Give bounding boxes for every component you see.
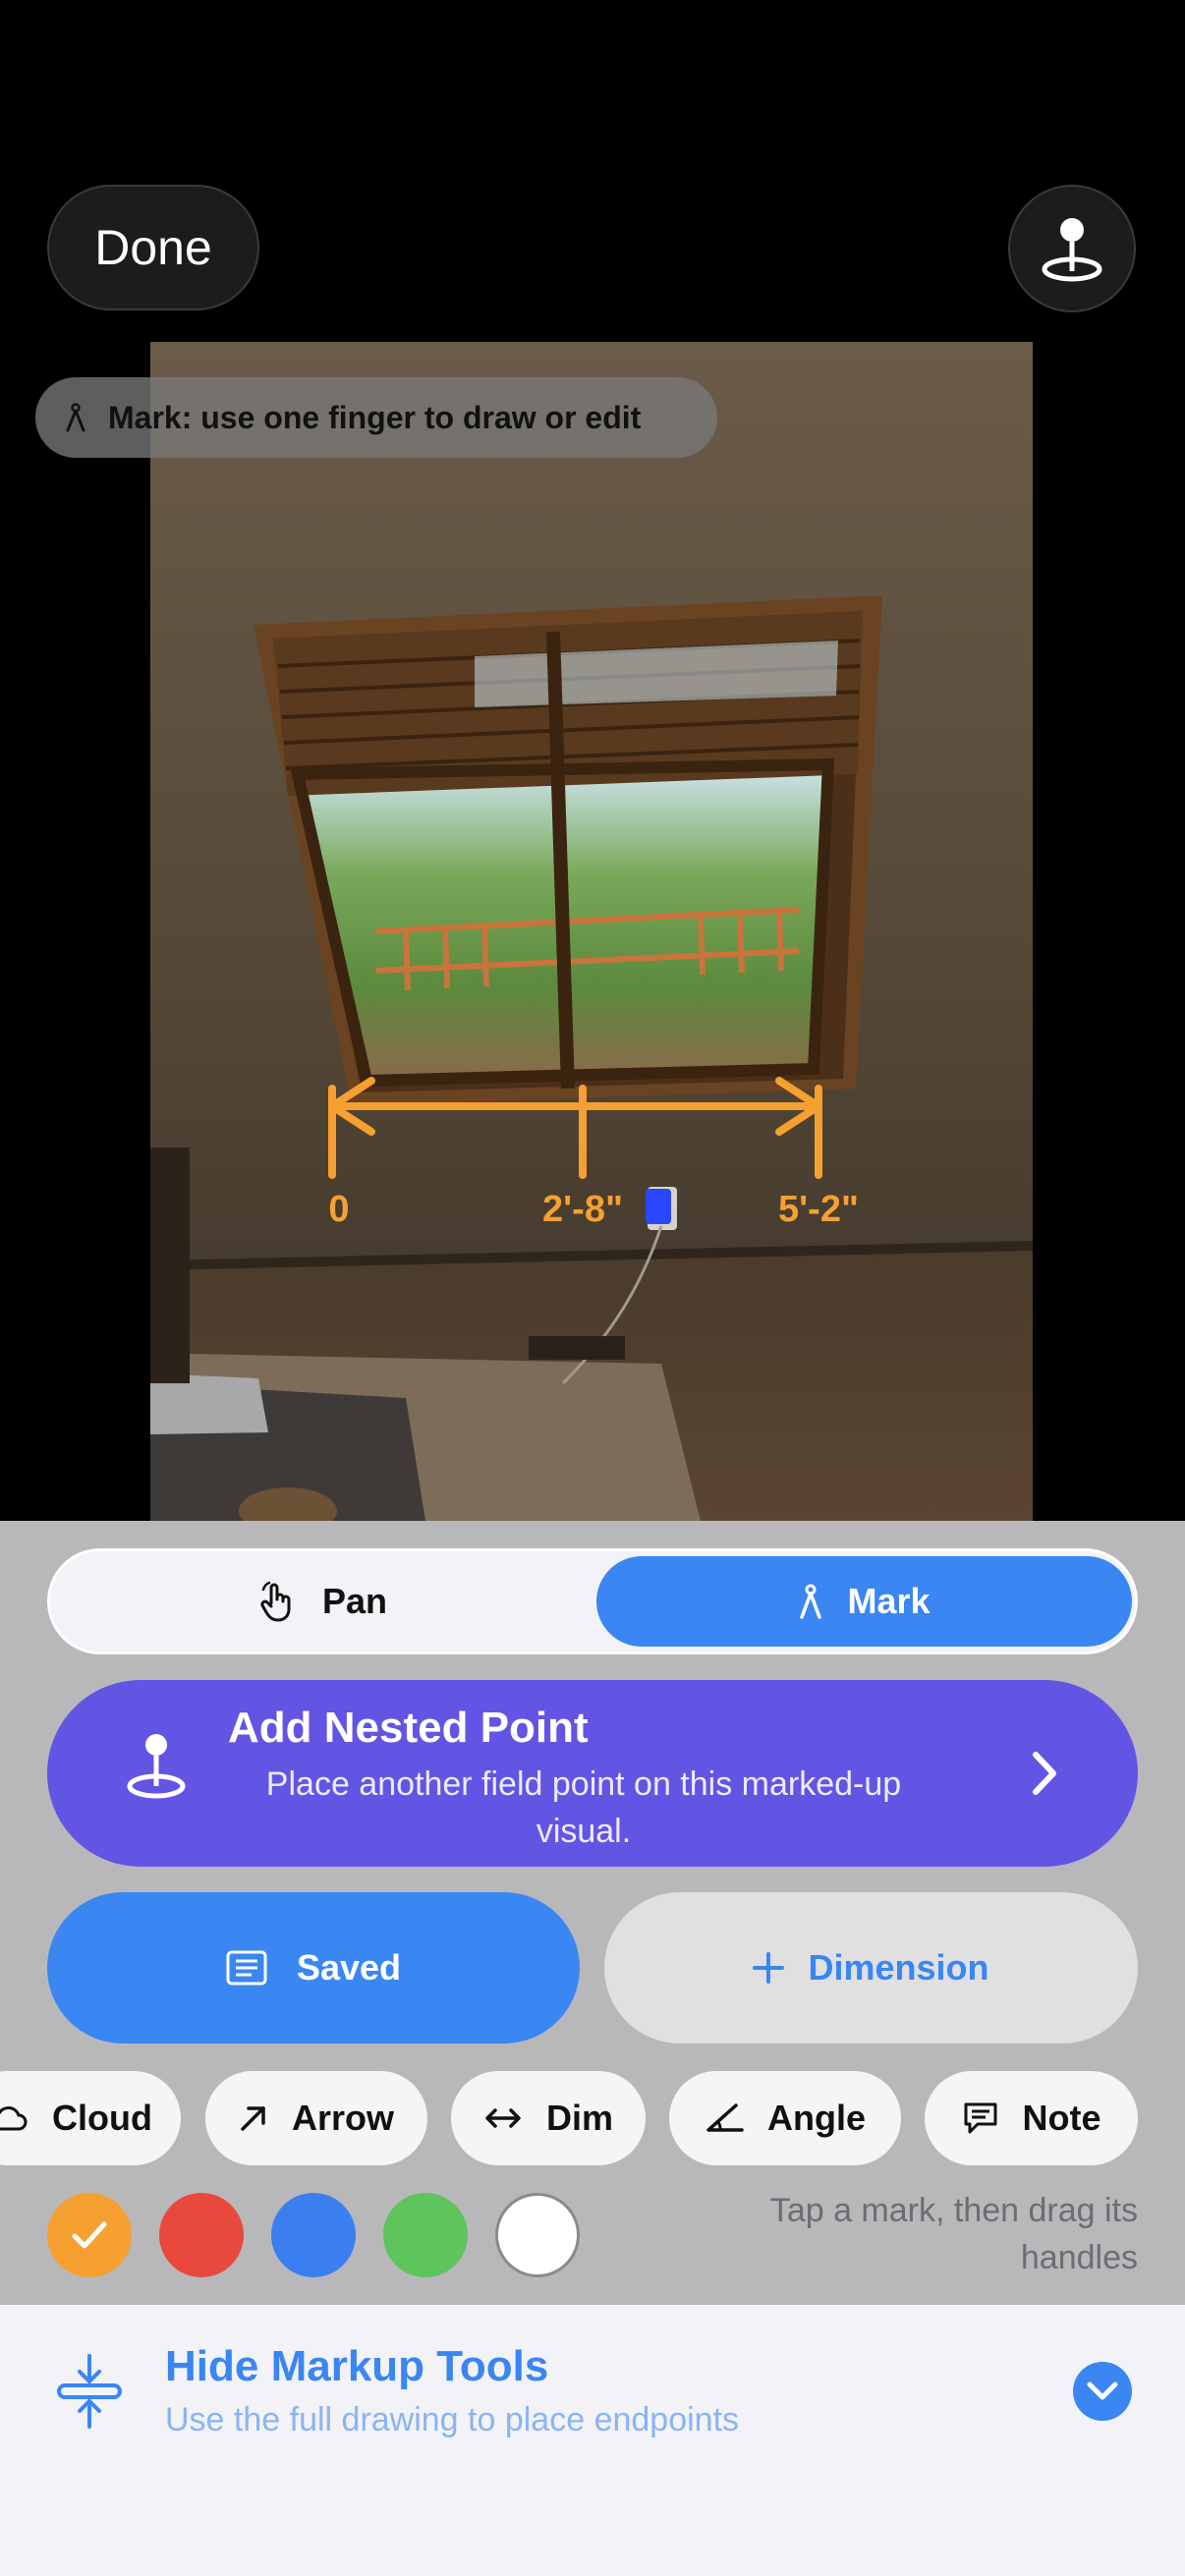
hide-markup-toggle[interactable]: [1073, 2362, 1132, 2421]
speech-bubble-icon: [964, 2102, 996, 2134]
tool-angle[interactable]: Angle: [669, 2071, 901, 2165]
nested-point-subtitle: Place another field point on this marked…: [265, 1765, 902, 1850]
chevron-right-icon: [1033, 1752, 1056, 1795]
tool-note[interactable]: Note: [925, 2071, 1138, 2165]
add-nested-point-button[interactable]: Add Nested Point Place another field poi…: [47, 1680, 1138, 1867]
field-point-pin-icon: [127, 1734, 186, 1799]
hide-markup-title: Hide Markup Tools: [165, 2342, 549, 2390]
mark-hint-text: Mark: use one finger to draw or edit: [108, 399, 642, 435]
field-point-pin-icon: [1042, 218, 1102, 282]
nested-point-title: Add Nested Point: [228, 1704, 589, 1752]
list-doc-icon: [226, 1950, 267, 1986]
collapse-vertical-icon: [57, 2354, 122, 2429]
compass-mark-icon: [66, 403, 85, 432]
dimension-label-mid: 2'-8": [542, 1189, 623, 1230]
color-swatch-blue[interactable]: [271, 2193, 356, 2277]
arrow-up-right-icon: [241, 2106, 265, 2131]
field-point-button[interactable]: [1008, 185, 1136, 312]
saved-label: Saved: [296, 1947, 402, 1988]
chevron-down-icon: [1087, 2381, 1118, 2400]
done-button[interactable]: Done: [47, 185, 259, 310]
dimension-label-start: 0: [328, 1189, 350, 1230]
tool-arrow-label: Arrow: [291, 2098, 394, 2138]
plus-icon: [753, 1952, 785, 1984]
mark-hint-pill: Mark: use one finger to draw or edit: [35, 377, 717, 458]
dimension-label: Dimension: [808, 1947, 989, 1988]
saved-button[interactable]: Saved: [47, 1892, 580, 2044]
compass-mark-icon: [800, 1584, 822, 1619]
tool-dim[interactable]: Dim: [451, 2071, 646, 2165]
pan-segment[interactable]: Pan: [50, 1551, 592, 1652]
color-swatch-green[interactable]: [383, 2193, 468, 2277]
mark-label: Mark: [847, 1581, 931, 1621]
mode-toggle: Pan Mark: [47, 1548, 1138, 1654]
tool-angle-label: Angle: [766, 2098, 866, 2138]
pan-label: Pan: [321, 1581, 388, 1621]
photo-canvas[interactable]: 0 2'-8" 5'-2": [150, 342, 1033, 1521]
hide-markup-subtitle: Use the full drawing to place endpoints: [165, 2401, 740, 2438]
color-swatch-red[interactable]: [159, 2193, 244, 2277]
color-swatch-orange[interactable]: [47, 2193, 132, 2277]
dimension-label-end: 5'-2": [778, 1189, 859, 1230]
photo-scene: [150, 342, 1033, 1521]
color-swatch-white[interactable]: [495, 2193, 580, 2277]
angle-icon: [706, 2103, 744, 2132]
cloud-icon: [0, 2106, 28, 2131]
tool-cloud[interactable]: Cloud: [0, 2071, 181, 2165]
checkmark-icon: [72, 2221, 107, 2249]
tap-hint-text: Tap a mark, then drag its handles: [769, 2192, 1138, 2276]
double-arrow-icon: [485, 2108, 521, 2128]
tool-note-label: Note: [1022, 2098, 1101, 2138]
tool-arrow[interactable]: Arrow: [205, 2071, 427, 2165]
mark-segment[interactable]: Mark: [596, 1556, 1132, 1647]
add-dimension-button[interactable]: Dimension: [604, 1892, 1138, 2044]
hand-pointer-icon: [260, 1581, 291, 1622]
tool-dim-label: Dim: [545, 2098, 613, 2138]
tool-cloud-label: Cloud: [52, 2098, 152, 2138]
